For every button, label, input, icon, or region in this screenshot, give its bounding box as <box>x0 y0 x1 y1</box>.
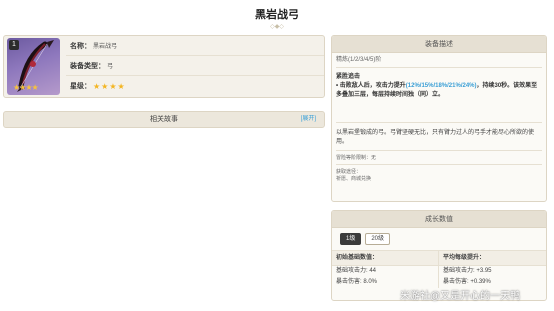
name-value: 黑岩战弓 <box>93 44 118 50</box>
name-label: 名称： <box>70 42 91 50</box>
rarity-row: 星级： ★★★★ <box>66 76 324 96</box>
related-story-bar[interactable]: 相关故事 [展开] <box>3 111 325 128</box>
skill-desc-end: ）立。 <box>426 92 445 98</box>
type-row: 装备类型： 弓 <box>66 56 324 76</box>
info-rows: 名称： 黑岩战弓 装备类型： 弓 星级： ★★★★ <box>66 36 324 97</box>
base-stats-column: 初始基础数值： 基础攻击力: 44 暴击伤害: 8.0% <box>332 251 439 288</box>
stats-grid: 初始基础数值： 基础攻击力: 44 暴击伤害: 8.0% 平均每级提升： 基础攻… <box>332 250 546 288</box>
type-value: 弓 <box>107 64 114 70</box>
level-20-button[interactable]: 20级 <box>365 233 391 245</box>
description-header: 装备描述 <box>332 36 546 53</box>
rarity-stars-icon: ★★★★ <box>93 81 126 91</box>
adventure-rank-limit: 冒险等阶限制：无 <box>336 155 377 161</box>
story-title: 相关故事 <box>150 116 178 123</box>
skill-name: 紧胜追击 <box>336 74 361 80</box>
level-1-button[interactable]: 1级 <box>340 233 362 245</box>
per-level-head: 平均每级提升： <box>439 251 546 266</box>
title-ornament-icon: ◇◆◇ <box>270 24 284 30</box>
base-stats-head: 初始基础数值： <box>332 251 438 266</box>
skill-desc-values: (12%/15%/18%/21%/24%) <box>405 83 477 89</box>
thumbnail-stars-icon: ★★★★ <box>13 83 39 92</box>
page-title: 黑岩战弓 <box>255 9 299 21</box>
base-atk: 基础攻击力: 44 <box>336 268 377 274</box>
growth-header: 成长数值 <box>332 211 546 228</box>
rarity-label: 星级： <box>70 83 91 90</box>
skill-block: 紧胜追击 • 击败敌人后，攻击力提升(12%/15%/18%/21%/24%)，… <box>332 68 546 100</box>
type-label: 装备类型： <box>70 62 105 70</box>
refine-levels[interactable]: 精炼(1/2/3/4/5)阶 <box>332 53 546 67</box>
per-level-column: 平均每级提升： 基础攻击力: +3.95 暴击伤害: +0.39% <box>439 251 546 288</box>
watermark: 米游社@又是开心的一天鸭 <box>400 291 521 302</box>
story-expand-link[interactable]: [展开] <box>301 112 316 127</box>
source-value: 祈愿、商城兑换 <box>336 176 372 182</box>
per-level-atk: 基础攻击力: +3.95 <box>443 268 492 274</box>
description-panel: 装备描述 精炼(1/2/3/4/5)阶 紧胜追击 • 击败敌人后，攻击力提升(1… <box>331 35 547 202</box>
lore-text: 以黑岩堡锻成的弓。弓臂坚硬无比，只有臂力过人的弓手才能尽心所欲的使用。 <box>336 130 535 145</box>
source-label: 获取途径： <box>336 169 362 175</box>
skill-desc-pre: • 击败敌人后，攻击力提升 <box>336 83 406 89</box>
level-badge: 1 <box>9 40 19 50</box>
name-row: 名称： 黑岩战弓 <box>66 36 324 56</box>
weapon-info-card: 1 ★★★★ 名称： 黑岩战弓 装备类型： 弓 星级： ★★★★ <box>3 35 325 98</box>
skill-description: • 击败敌人后，攻击力提升(12%/15%/18%/21%/24%)，持续30秒… <box>336 82 542 100</box>
weapon-thumbnail: 1 ★★★★ <box>7 38 60 95</box>
level-buttons: 1级 20级 <box>332 228 546 250</box>
